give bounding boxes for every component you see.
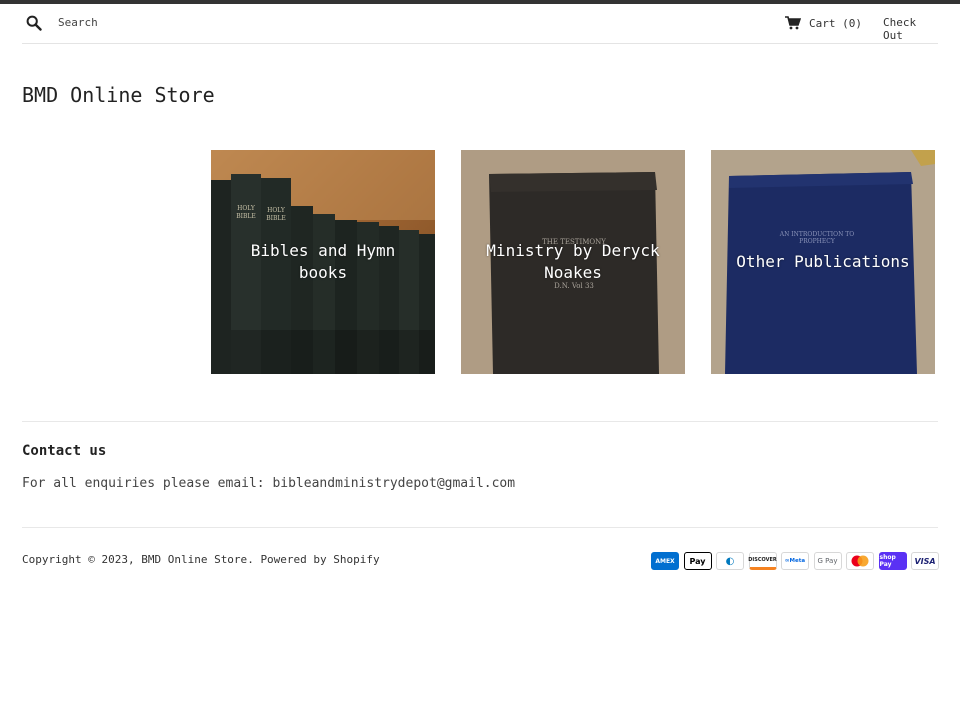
cart-link[interactable]: Cart (0) — [785, 14, 862, 32]
copyright-prefix: Copyright © 2023, — [22, 553, 135, 566]
site-header: Cart (0) Check Out — [22, 4, 938, 44]
diners-club-icon: ◐ — [716, 552, 744, 570]
collection-bibles-hymn-books[interactable]: HOLY BIBLE HOLY BIBLE Bibles and Hymn bo… — [211, 150, 435, 374]
powered-by-link[interactable]: Powered by Shopify — [260, 553, 379, 566]
payment-icons: AMEX Pay ◐ DISCOVER ∞Meta G Pay shop Pay… — [651, 552, 939, 570]
search-icon[interactable] — [26, 15, 42, 31]
section-divider — [22, 421, 938, 422]
discover-icon: DISCOVER — [748, 552, 777, 570]
copyright: Copyright © 2023, BMD Online Store. Powe… — [22, 553, 380, 566]
mastercard-icon — [846, 552, 874, 570]
site-title[interactable]: BMD Online Store — [22, 83, 215, 107]
collection-ministry-deryck-noakes[interactable]: THE TESTIMONY D.N. Vol 33 Ministry by De… — [461, 150, 685, 374]
cart-icon — [785, 16, 801, 30]
amex-icon: AMEX — [651, 552, 679, 570]
store-link[interactable]: BMD Online Store — [141, 553, 247, 566]
collection-label: Bibles and Hymn books — [250, 241, 396, 282]
visa-icon: VISA — [911, 552, 939, 570]
contact-title: Contact us — [22, 443, 107, 459]
apple-pay-icon: Pay — [683, 552, 712, 570]
collection-label: Other Publications — [736, 252, 910, 271]
search-input[interactable] — [58, 13, 278, 31]
shop-pay-icon: shop Pay — [878, 552, 907, 570]
collection-other-publications[interactable]: AN INTRODUCTION TO PROPHECY Other Public… — [711, 150, 935, 374]
contact-text: For all enquiries please email: bibleand… — [22, 476, 516, 491]
meta-pay-icon: ∞Meta — [781, 552, 809, 570]
collection-label: Ministry by Deryck Noakes — [486, 241, 660, 282]
google-pay-icon: G Pay — [813, 552, 842, 570]
checkout-link[interactable]: Check Out — [883, 16, 938, 42]
cart-label: Cart (0) — [809, 16, 862, 30]
footer-divider — [22, 527, 938, 528]
